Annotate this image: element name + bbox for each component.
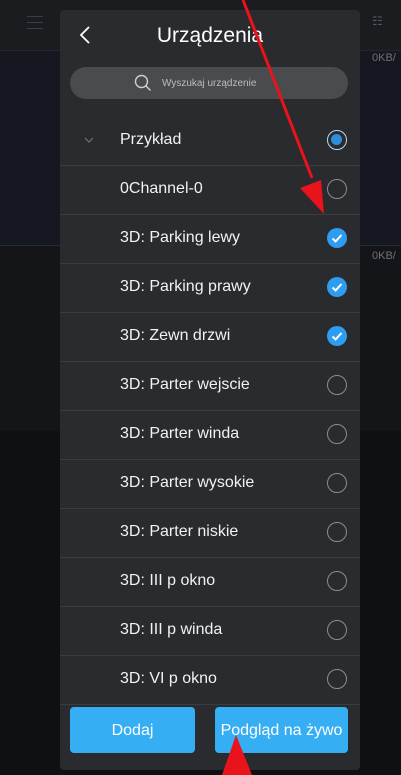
checkmark-icon — [331, 332, 343, 341]
device-label: 3D: Parter wysokie — [120, 474, 255, 491]
device-label: 3D: III p okno — [120, 572, 216, 589]
device-checkbox[interactable] — [327, 326, 347, 346]
search-icon — [134, 74, 151, 91]
device-label: 3D: III p winda — [120, 621, 223, 638]
device-label: 3D: Parter wejscie — [120, 376, 250, 393]
bitrate-label: 0KB/ — [372, 52, 396, 64]
device-label: 3D: Zewn drzwi — [120, 327, 231, 344]
search-bar[interactable] — [70, 67, 348, 99]
live-view-button[interactable]: Podgląd na żywo — [215, 707, 348, 753]
device-checkbox[interactable] — [327, 620, 347, 640]
add-button[interactable]: Dodaj — [70, 707, 195, 753]
dialog-title: Urządzenia — [156, 24, 264, 47]
device-checkbox[interactable] — [327, 571, 347, 591]
checkmark-icon — [331, 234, 343, 243]
dialog-header: Urządzenia — [60, 10, 360, 60]
list-item[interactable]: 3D: Parter wysokie — [60, 460, 360, 509]
list-item[interactable]: 3D: III p okno — [60, 558, 360, 607]
device-checkbox[interactable] — [327, 424, 347, 444]
device-checkbox[interactable] — [327, 228, 347, 248]
group-select-radio[interactable] — [327, 130, 347, 150]
list-item[interactable]: 3D: Parking prawy — [60, 264, 360, 313]
search-input[interactable] — [160, 76, 284, 90]
device-label: 3D: Parking lewy — [120, 229, 241, 246]
list-item[interactable]: 3D: Zewn drzwi — [60, 313, 360, 362]
group-label: Przykład — [120, 131, 182, 148]
list-item[interactable]: 3D: III p winda — [60, 607, 360, 656]
list-item[interactable]: 3D: Parking lewy — [60, 215, 360, 264]
device-checkbox[interactable] — [327, 375, 347, 395]
menu-icon[interactable] — [27, 16, 43, 32]
device-label: 3D: Parter winda — [120, 425, 240, 442]
device-checkbox[interactable] — [327, 277, 347, 297]
device-checkbox[interactable] — [327, 179, 347, 199]
list-item[interactable]: 3D: Parter wejscie — [60, 362, 360, 411]
checkmark-icon — [331, 283, 343, 292]
bitrate-label-2: 0KB/ — [372, 250, 396, 262]
device-label: 3D: VI p okno — [120, 670, 217, 687]
device-list: Przykład 0Channel-0 3D: Parking lewy 3D:… — [60, 117, 360, 705]
device-label: 0Channel-0 — [120, 180, 203, 197]
list-item[interactable]: 0Channel-0 — [60, 166, 360, 215]
device-checkbox[interactable] — [327, 669, 347, 689]
device-label: 3D: Parter niskie — [120, 523, 239, 540]
devices-dialog: Urządzenia Przykład 0Channel-0 3D: Parki… — [60, 10, 360, 770]
device-checkbox[interactable] — [327, 473, 347, 493]
device-label: 3D: Parking prawy — [120, 278, 251, 295]
list-item[interactable]: 3D: Parter niskie — [60, 509, 360, 558]
chevron-down-icon[interactable] — [84, 136, 94, 144]
layout-icon[interactable]: ☷ — [372, 14, 383, 28]
list-item[interactable]: 3D: Parter winda — [60, 411, 360, 460]
list-item-group[interactable]: Przykład — [60, 117, 360, 166]
device-checkbox[interactable] — [327, 522, 347, 542]
list-item[interactable]: 3D: VI p okno — [60, 656, 360, 705]
